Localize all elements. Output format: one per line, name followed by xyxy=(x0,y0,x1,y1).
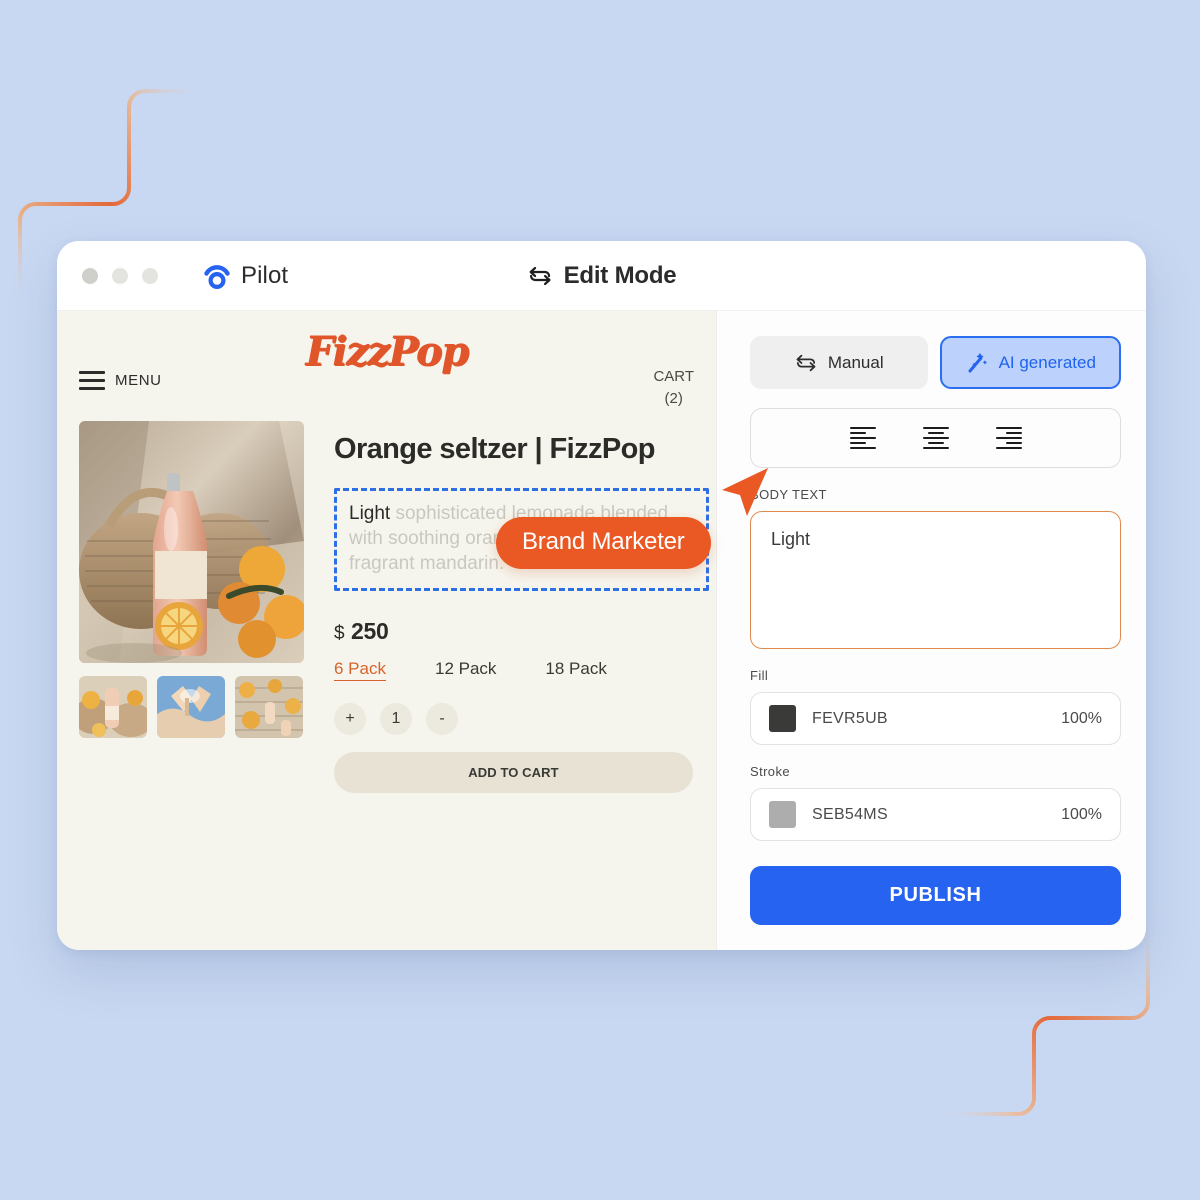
body-text-label: BODY TEXT xyxy=(750,487,827,502)
quantity-decrease-button[interactable]: - xyxy=(426,703,458,736)
product-title: Orange seltzer | FizzPop xyxy=(334,433,655,465)
product-price: $ 250 xyxy=(334,618,709,645)
align-center-icon[interactable] xyxy=(922,427,949,449)
fill-color-code[interactable]: FEVR5UB xyxy=(812,710,1045,728)
collaborator-cursor-icon xyxy=(722,468,768,516)
cart-label: CART xyxy=(653,368,694,385)
publish-button[interactable]: PUBLISH xyxy=(750,866,1121,925)
pilot-logo-icon xyxy=(204,264,230,289)
edit-mode-label: Edit Mode xyxy=(563,261,677,289)
hamburger-icon xyxy=(79,371,105,390)
quantity-value: 1 xyxy=(380,703,412,736)
align-left-icon[interactable] xyxy=(849,427,876,449)
tab-manual-label: Manual xyxy=(827,352,884,372)
stroke-color-code[interactable]: SEB54MS xyxy=(812,806,1045,824)
menu-label: MENU xyxy=(115,372,162,389)
stroke-color-swatch[interactable] xyxy=(769,801,796,828)
site-logo[interactable]: FizzPop xyxy=(305,328,469,375)
pack-option-18[interactable]: 18 Pack xyxy=(545,659,606,681)
collaborator-badge: Brand Marketer xyxy=(496,517,711,569)
cart-button[interactable]: CART (2) xyxy=(653,366,694,410)
menu-button[interactable]: MENU xyxy=(79,371,162,390)
quantity-increase-button[interactable]: + xyxy=(334,703,366,736)
maximize-dot-icon[interactable] xyxy=(142,267,158,284)
editor-panel: Manual AI generated BODY TEXT Light Fill… xyxy=(716,311,1146,950)
cart-count: (2) xyxy=(664,389,683,407)
fill-color-swatch[interactable] xyxy=(769,705,796,732)
site-header: FizzPop MENU CART (2) xyxy=(79,311,694,414)
swap-cycle-icon xyxy=(796,354,816,371)
body-text-input[interactable]: Light xyxy=(750,511,1121,649)
app-window: Pilot Edit Mode FizzPop MENU CART (2) Or… xyxy=(57,241,1146,950)
add-to-cart-button[interactable]: ADD TO CART xyxy=(334,752,693,794)
product-description-typed: Light xyxy=(349,503,391,524)
app-brand-label: Pilot xyxy=(241,261,289,289)
window-titlebar: Pilot Edit Mode xyxy=(57,241,1146,311)
product-section: Orange seltzer | FizzPop Light sophistic… xyxy=(79,414,768,794)
quantity-stepper: + 1 - xyxy=(334,703,709,736)
screenshot-root: Pilot Edit Mode FizzPop MENU CART (2) Or… xyxy=(0,0,1200,1200)
stroke-color-row[interactable]: SEB54MS 100% xyxy=(750,788,1121,841)
thumbnail-2[interactable] xyxy=(157,676,225,738)
thumbnail-1[interactable] xyxy=(79,676,147,738)
fill-color-row[interactable]: FEVR5UB 100% xyxy=(750,692,1121,745)
generation-mode-tabs: Manual AI generated xyxy=(750,336,1121,389)
tab-ai-generated-label: AI generated xyxy=(998,352,1096,372)
price-amount: 250 xyxy=(350,618,389,645)
text-alignment-toolbar xyxy=(750,408,1121,468)
swap-cycle-icon xyxy=(529,266,551,285)
pack-size-options: 6 Pack 12 Pack 18 Pack xyxy=(334,659,709,682)
decorative-line-bottom-right xyxy=(936,914,1150,1116)
tab-ai-generated[interactable]: AI generated xyxy=(939,336,1121,389)
fill-opacity-value[interactable]: 100% xyxy=(1061,710,1102,728)
product-details: Orange seltzer | FizzPop Light sophistic… xyxy=(334,421,768,794)
stroke-opacity-value[interactable]: 100% xyxy=(1061,806,1102,824)
app-brand: Pilot xyxy=(202,261,288,291)
price-currency: $ xyxy=(334,623,345,645)
magic-wand-icon xyxy=(968,352,987,372)
product-gallery xyxy=(79,421,304,793)
product-thumbnails xyxy=(79,676,304,738)
thumbnail-3[interactable] xyxy=(235,676,303,738)
minimize-dot-icon[interactable] xyxy=(112,267,128,284)
fill-label: Fill xyxy=(750,668,769,683)
pack-option-12[interactable]: 12 Pack xyxy=(435,659,496,681)
close-dot-icon[interactable] xyxy=(82,267,98,284)
site-preview-canvas: FizzPop MENU CART (2) Orange seltzer | F… xyxy=(57,311,768,950)
stroke-label: Stroke xyxy=(750,764,790,779)
window-controls[interactable] xyxy=(82,267,158,284)
product-hero-image[interactable] xyxy=(79,421,304,663)
tab-manual[interactable]: Manual xyxy=(750,336,928,389)
edit-mode-indicator[interactable]: Edit Mode xyxy=(527,262,677,290)
pack-option-6[interactable]: 6 Pack xyxy=(334,659,386,682)
align-right-icon[interactable] xyxy=(995,427,1022,449)
